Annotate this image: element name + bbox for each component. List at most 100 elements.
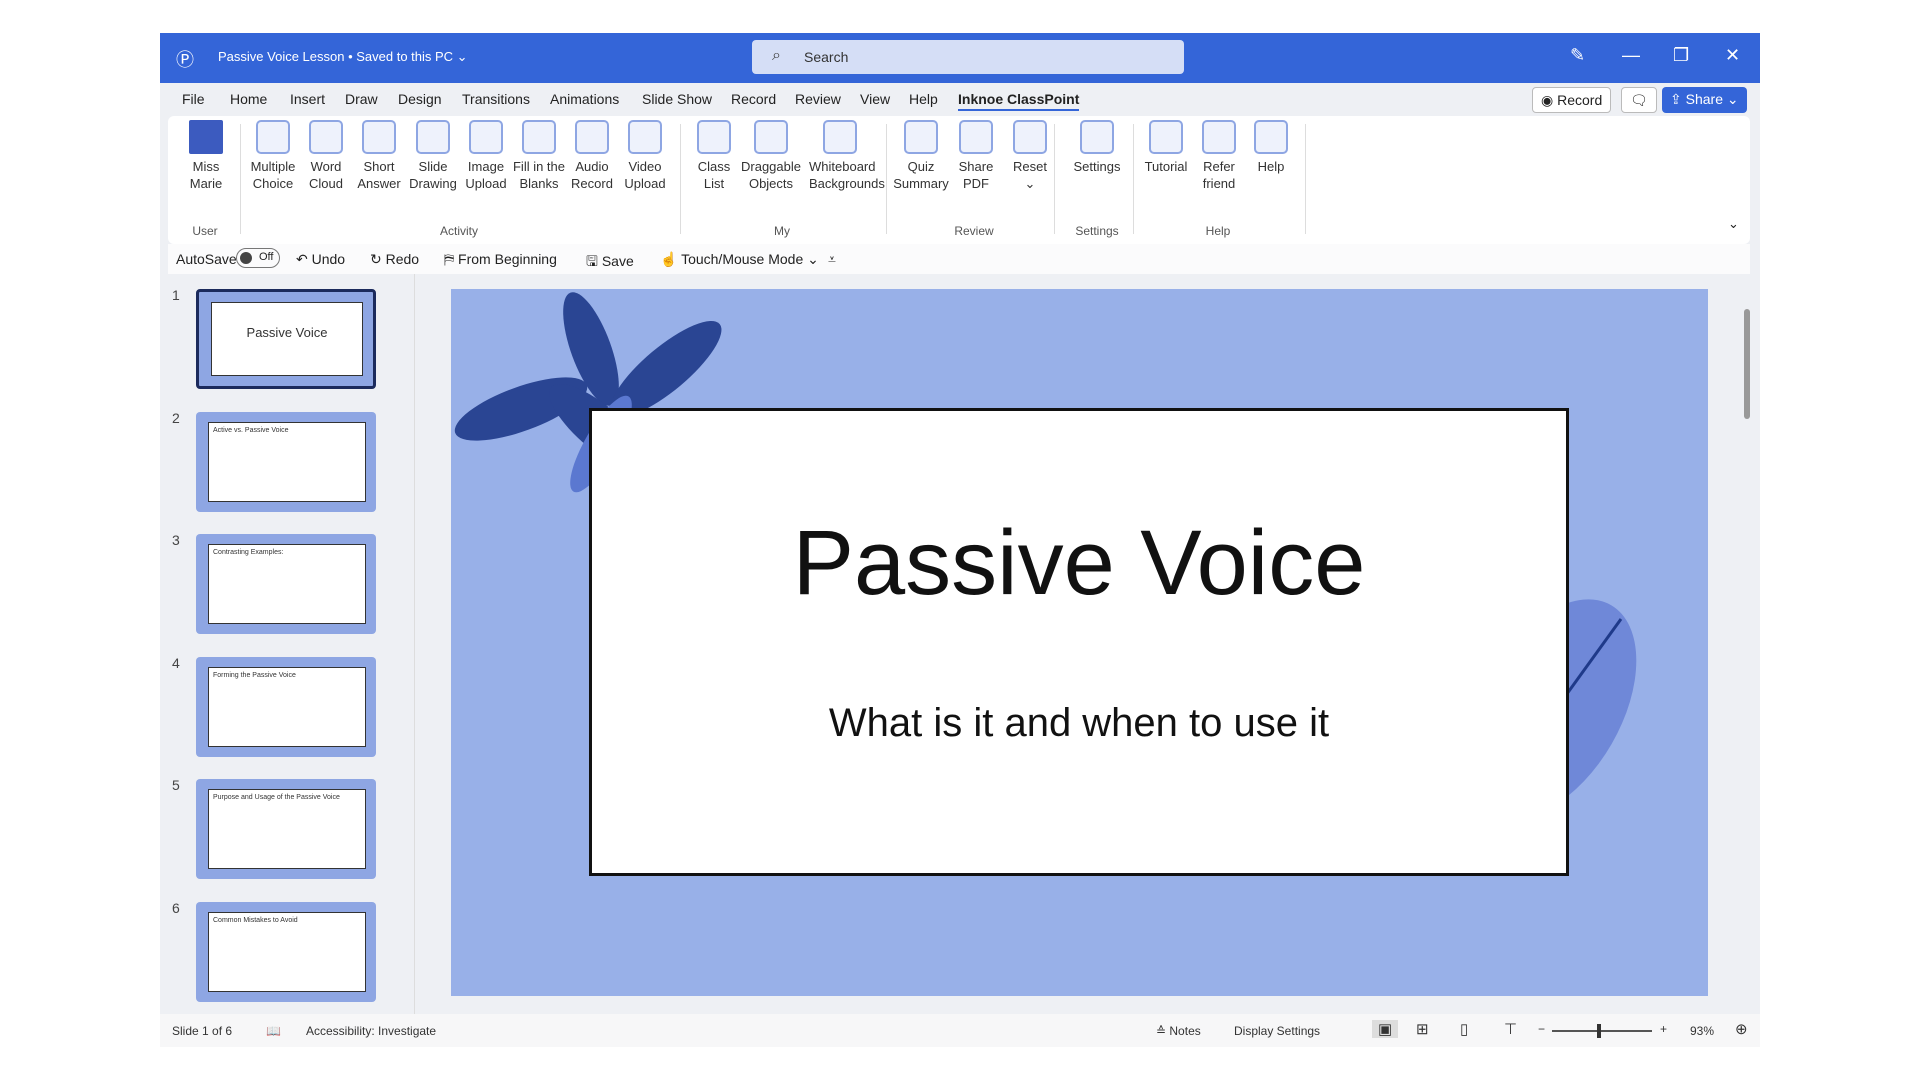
- tab-record[interactable]: Record: [731, 91, 776, 107]
- tab-transitions[interactable]: Transitions: [462, 91, 530, 107]
- slide-thumbnail[interactable]: Forming the Passive Voice: [196, 656, 376, 757]
- scrollbar-thumb[interactable]: [1744, 309, 1750, 419]
- slide-number: 1: [172, 287, 180, 303]
- zoom-level[interactable]: 93%: [1690, 1024, 1714, 1038]
- from-beginning-button[interactable]: ⛿ From Beginning: [444, 251, 557, 268]
- slide-thumbnail[interactable]: Active vs. Passive Voice: [196, 411, 376, 512]
- menu-tabs: File Home Insert Draw Design Transitions…: [160, 83, 1760, 115]
- touch-mouse-mode-button[interactable]: ☝ Touch/Mouse Mode ⌄: [660, 251, 819, 268]
- thumbnail-title: Forming the Passive Voice: [213, 671, 296, 679]
- zoom-out-button[interactable]: −: [1538, 1022, 1545, 1036]
- slide-number: 5: [172, 777, 180, 793]
- ribbon-button-label: Help: [1257, 159, 1285, 174]
- tab-help[interactable]: Help: [909, 91, 938, 107]
- customize-toolbar-icon[interactable]: ⩡: [828, 251, 836, 268]
- accessibility-button[interactable]: Accessibility: Investigate: [306, 1024, 436, 1038]
- vertical-scrollbar[interactable]: [1743, 289, 1751, 989]
- tab-file[interactable]: File: [182, 91, 205, 107]
- tab-review[interactable]: Review: [795, 91, 841, 107]
- ribbon-divider: [1054, 124, 1055, 234]
- document-title[interactable]: Passive Voice Lesson • Saved to this PC …: [218, 49, 468, 65]
- ribbon-icon: [1149, 120, 1183, 154]
- ribbon-button-video[interactable]: Video Upload: [614, 120, 676, 192]
- ribbon-button-settings[interactable]: Settings: [1066, 120, 1128, 175]
- slide-thumbnail[interactable]: Common Mistakes to Avoid: [196, 901, 376, 1002]
- redo-button[interactable]: ↻ Redo: [370, 251, 419, 268]
- status-bar: Slide 1 of 6 📖 Accessibility: Investigat…: [160, 1014, 1760, 1047]
- slide-canvas[interactable]: Passive Voice What is it and when to use…: [451, 289, 1708, 996]
- ribbon-icon: [754, 120, 788, 154]
- ribbon-button-label: Fill in the Blanks: [512, 159, 566, 191]
- comments-button[interactable]: 🗨: [1621, 87, 1657, 113]
- reading-view-icon[interactable]: ▯: [1460, 1020, 1468, 1038]
- tab-slide-show[interactable]: Slide Show: [642, 91, 712, 107]
- ribbon-button-whiteboard[interactable]: Whiteboard Backgrounds: [809, 120, 885, 192]
- ribbon-button-reset[interactable]: Reset ⌄: [999, 120, 1061, 192]
- title-bar: Ⓟ Passive Voice Lesson • Saved to this P…: [160, 33, 1760, 83]
- ribbon-button-draggable[interactable]: Draggable Objects: [740, 120, 802, 192]
- ribbon-button-label: Short Answer: [357, 159, 401, 191]
- zoom-in-button[interactable]: +: [1660, 1022, 1667, 1036]
- undo-button[interactable]: ↶ Undo: [296, 251, 345, 268]
- slide-subtitle[interactable]: What is it and when to use it: [592, 701, 1566, 746]
- ribbon-divider: [1305, 124, 1306, 234]
- spellcheck-icon[interactable]: 📖: [266, 1024, 281, 1038]
- ribbon-icon: [823, 120, 857, 154]
- collapse-ribbon-button[interactable]: ⌄: [1728, 216, 1739, 232]
- slide-number: 2: [172, 409, 180, 426]
- ribbon-button-miss[interactable]: Miss Marie: [175, 120, 237, 192]
- close-button[interactable]: ✕: [1725, 45, 1740, 66]
- tab-inknoe-classpoint[interactable]: Inknoe ClassPoint: [958, 91, 1080, 111]
- ribbon-button-label: Settings: [1073, 159, 1121, 174]
- ribbon-button-label: Audio Record: [571, 159, 613, 191]
- ribbon-button-class[interactable]: Class List: [683, 120, 745, 192]
- tab-view[interactable]: View: [860, 91, 890, 107]
- tab-design[interactable]: Design: [398, 91, 442, 107]
- ribbon-icon: [362, 120, 396, 154]
- ribbon-button-label: Word Cloud: [309, 159, 343, 191]
- minimize-button[interactable]: —: [1622, 45, 1640, 66]
- slide-title[interactable]: Passive Voice: [592, 511, 1566, 616]
- tab-insert[interactable]: Insert: [290, 91, 325, 107]
- zoom-slider[interactable]: [1552, 1024, 1652, 1038]
- powerpoint-logo-icon: Ⓟ: [176, 50, 194, 70]
- ribbon-divider: [886, 124, 887, 234]
- tab-animations[interactable]: Animations: [550, 91, 619, 107]
- tab-home[interactable]: Home: [230, 91, 267, 107]
- autosave-toggle[interactable]: Off: [236, 248, 280, 268]
- notes-button[interactable]: ≙ Notes: [1156, 1024, 1201, 1038]
- slideshow-view-icon[interactable]: ⊤: [1504, 1020, 1517, 1038]
- ribbon-divider: [680, 124, 681, 234]
- ribbon-group-label: Review: [954, 224, 994, 238]
- ribbon-icon: [628, 120, 662, 154]
- pen-icon[interactable]: ✎: [1570, 45, 1585, 66]
- record-button[interactable]: ◉ Record: [1532, 87, 1612, 113]
- slide-sorter-icon[interactable]: ⊞: [1416, 1020, 1429, 1038]
- ribbon-divider: [240, 124, 241, 234]
- slide-thumbnail[interactable]: Purpose and Usage of the Passive Voice: [196, 779, 376, 879]
- ribbon-group-label: Help: [1205, 224, 1231, 238]
- fit-to-window-icon[interactable]: ⊕: [1735, 1020, 1748, 1038]
- ribbon-button-quiz[interactable]: Quiz Summary: [890, 120, 952, 192]
- avatar: [189, 120, 223, 154]
- search-placeholder: Search: [804, 49, 849, 65]
- quick-access-toolbar: AutoSave Off ↶ Undo ↻ Redo ⛿ From Beginn…: [168, 244, 1750, 274]
- ribbon-button-label: Whiteboard Backgrounds: [809, 159, 885, 191]
- search-box[interactable]: ⌕ Search: [752, 40, 1184, 74]
- ribbon-icon: [575, 120, 609, 154]
- normal-view-icon[interactable]: ▣: [1372, 1020, 1399, 1038]
- ribbon-button-short[interactable]: Short Answer: [348, 120, 410, 192]
- slide-thumbnail[interactable]: Contrasting Examples:: [196, 534, 376, 634]
- slide-thumbnail[interactable]: Passive Voice: [196, 289, 376, 389]
- slide-counter: Slide 1 of 6: [172, 1024, 233, 1038]
- display-settings-button[interactable]: Display Settings: [1234, 1024, 1320, 1038]
- save-button[interactable]: 🖫 Save: [586, 251, 634, 275]
- ribbon-button-share[interactable]: Share PDF: [945, 120, 1007, 192]
- zoom-slider-thumb[interactable]: [1597, 1024, 1601, 1038]
- ribbon-button-label: Slide Drawing: [409, 159, 457, 191]
- share-button[interactable]: ⇪ Share ⌄: [1662, 87, 1747, 113]
- tab-draw[interactable]: Draw: [345, 91, 378, 107]
- ribbon-button-help[interactable]: Help: [1240, 120, 1302, 175]
- ribbon-button-label: Draggable Objects: [741, 159, 801, 191]
- restore-button[interactable]: ❐: [1673, 45, 1689, 66]
